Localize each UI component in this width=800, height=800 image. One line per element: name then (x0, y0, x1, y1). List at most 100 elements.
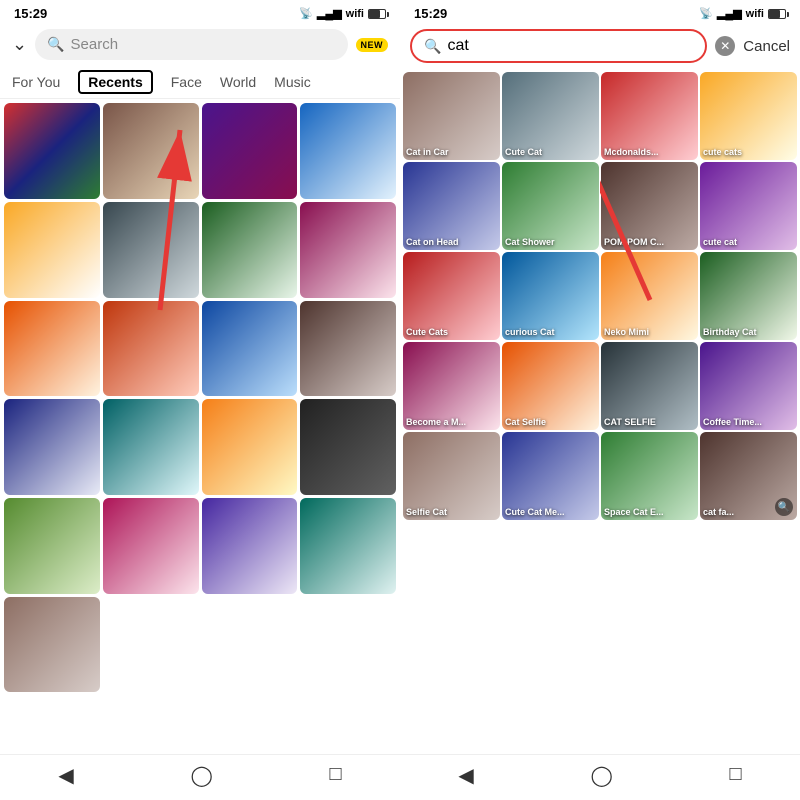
signal-icon-r: ▂▄▆ (717, 7, 742, 20)
tab-world[interactable]: World (220, 70, 256, 94)
left-time: 15:29 (14, 6, 47, 21)
result-neko-mimi[interactable]: Neko Mimi (601, 252, 698, 340)
right-results-grid: Cat in Car Cute Cat Mcdonalds... cute ca… (400, 69, 800, 754)
back-nav-button-r[interactable]: ◀ (458, 763, 473, 788)
list-item[interactable] (103, 301, 199, 397)
results-row: Become a M... Cat Selfie CAT SELFIE Coff… (403, 342, 797, 430)
list-item[interactable] (202, 498, 298, 594)
list-item[interactable] (202, 103, 298, 199)
search-icon-corner: 🔍 (775, 498, 793, 516)
right-time: 15:29 (414, 6, 447, 21)
list-item[interactable] (4, 103, 100, 199)
results-row: Selfie Cat Cute Cat Me... Space Cat E...… (403, 432, 797, 520)
tab-recents[interactable]: Recents (78, 70, 152, 94)
result-label: curious Cat (505, 327, 596, 337)
result-label: Selfie Cat (406, 507, 497, 517)
recent-nav-button[interactable]: □ (330, 763, 342, 788)
result-curious-cat[interactable]: curious Cat (502, 252, 599, 340)
list-item[interactable] (300, 103, 396, 199)
list-item[interactable] (202, 399, 298, 495)
result-cute-cats-big[interactable]: Cute Cats (403, 252, 500, 340)
result-label: Cat Selfie (505, 417, 596, 427)
list-item[interactable] (103, 399, 199, 495)
list-item[interactable] (103, 103, 199, 199)
result-space-cat-e[interactable]: Space Cat E... (601, 432, 698, 520)
search-placeholder: Search (71, 36, 119, 53)
list-item[interactable] (4, 597, 100, 693)
cancel-button[interactable]: Cancel (743, 38, 790, 55)
list-item[interactable] (4, 301, 100, 397)
wifi-icon: wifi (346, 8, 364, 20)
tab-face[interactable]: Face (171, 70, 202, 94)
left-grid (0, 99, 400, 754)
result-cat-in-car[interactable]: Cat in Car (403, 72, 500, 160)
left-search-bar[interactable]: 🔍 Search (35, 29, 347, 60)
home-nav-button-r[interactable]: ◯ (590, 763, 612, 788)
result-cat-fa[interactable]: cat fa... 🔍 (700, 432, 797, 520)
result-birthday-cat[interactable]: Birthday Cat (700, 252, 797, 340)
back-nav-button[interactable]: ◀ (58, 763, 73, 788)
list-item[interactable] (300, 301, 396, 397)
active-search-bar[interactable]: 🔍 cat (410, 29, 707, 63)
grid-row (4, 301, 396, 397)
result-cat-on-head[interactable]: Cat on Head (403, 162, 500, 250)
result-label: Cute Cat Me... (505, 507, 596, 517)
result-label: cute cat (703, 237, 794, 247)
result-label: Mcdonalds... (604, 147, 695, 157)
grid-row (4, 498, 396, 594)
left-status-bar: 15:29 📡 ▂▄▆ wifi (0, 0, 400, 23)
result-mcdonalds[interactable]: Mcdonalds... (601, 72, 698, 160)
left-status-icons: 📡 ▂▄▆ wifi (299, 7, 386, 20)
result-label: Become a M... (406, 417, 497, 427)
result-label: Cute Cats (406, 327, 497, 337)
right-search-header: 🔍 cat ✕ Cancel (400, 23, 800, 69)
result-label: POM POM C... (604, 237, 695, 247)
tab-for-you[interactable]: For You (12, 70, 60, 94)
result-cat-selfie[interactable]: Cat Selfie (502, 342, 599, 430)
result-cute-cat-2[interactable]: cute cat (700, 162, 797, 250)
new-badge: NEW (356, 38, 389, 52)
results-row: Cute Cats curious Cat Neko Mimi Birthday… (403, 252, 797, 340)
battery-icon-r (768, 9, 786, 19)
right-panel: 15:29 📡 ▂▄▆ wifi 🔍 cat ✕ Cancel Cat in C… (400, 0, 800, 800)
list-item[interactable] (103, 202, 199, 298)
list-item[interactable] (300, 498, 396, 594)
result-become-m[interactable]: Become a M... (403, 342, 500, 430)
result-cat-shower[interactable]: Cat Shower (502, 162, 599, 250)
recent-nav-button-r[interactable]: □ (730, 763, 742, 788)
left-search-header: ⌄ 🔍 Search NEW (0, 23, 400, 66)
tab-music[interactable]: Music (274, 70, 311, 94)
result-cute-cats-sm[interactable]: cute cats (700, 72, 797, 160)
battery-icon (368, 9, 386, 19)
list-item[interactable] (4, 399, 100, 495)
result-cute-cat[interactable]: Cute Cat (502, 72, 599, 160)
list-item[interactable] (4, 202, 100, 298)
list-item[interactable] (300, 202, 396, 298)
cast-icon: 📡 (299, 7, 313, 20)
grid-row (4, 399, 396, 495)
result-label: Neko Mimi (604, 327, 695, 337)
left-nav-bar: ◀ ◯ □ (0, 754, 400, 800)
chevron-down-icon[interactable]: ⌄ (12, 34, 27, 55)
search-query[interactable]: cat (447, 37, 468, 55)
result-label: Birthday Cat (703, 327, 794, 337)
result-selfie-cat[interactable]: Selfie Cat (403, 432, 500, 520)
result-label: CAT SELFIE (604, 417, 695, 427)
list-item[interactable] (300, 399, 396, 495)
result-pom-pom[interactable]: POM POM C... (601, 162, 698, 250)
result-cat-selfie-caps[interactable]: CAT SELFIE (601, 342, 698, 430)
list-item[interactable] (4, 498, 100, 594)
list-item[interactable] (202, 202, 298, 298)
home-nav-button[interactable]: ◯ (190, 763, 212, 788)
list-item[interactable] (103, 498, 199, 594)
grid-row (4, 202, 396, 298)
result-coffee-time[interactable]: Coffee Time... (700, 342, 797, 430)
search-icon-active: 🔍 (424, 38, 441, 55)
grid-row (4, 103, 396, 199)
list-item[interactable] (202, 301, 298, 397)
left-panel: 15:29 📡 ▂▄▆ wifi ⌄ 🔍 Search NEW For You … (0, 0, 400, 800)
result-label: Space Cat E... (604, 507, 695, 517)
result-cute-cat-me[interactable]: Cute Cat Me... (502, 432, 599, 520)
result-label: Cat on Head (406, 237, 497, 247)
clear-search-button[interactable]: ✕ (715, 36, 735, 56)
